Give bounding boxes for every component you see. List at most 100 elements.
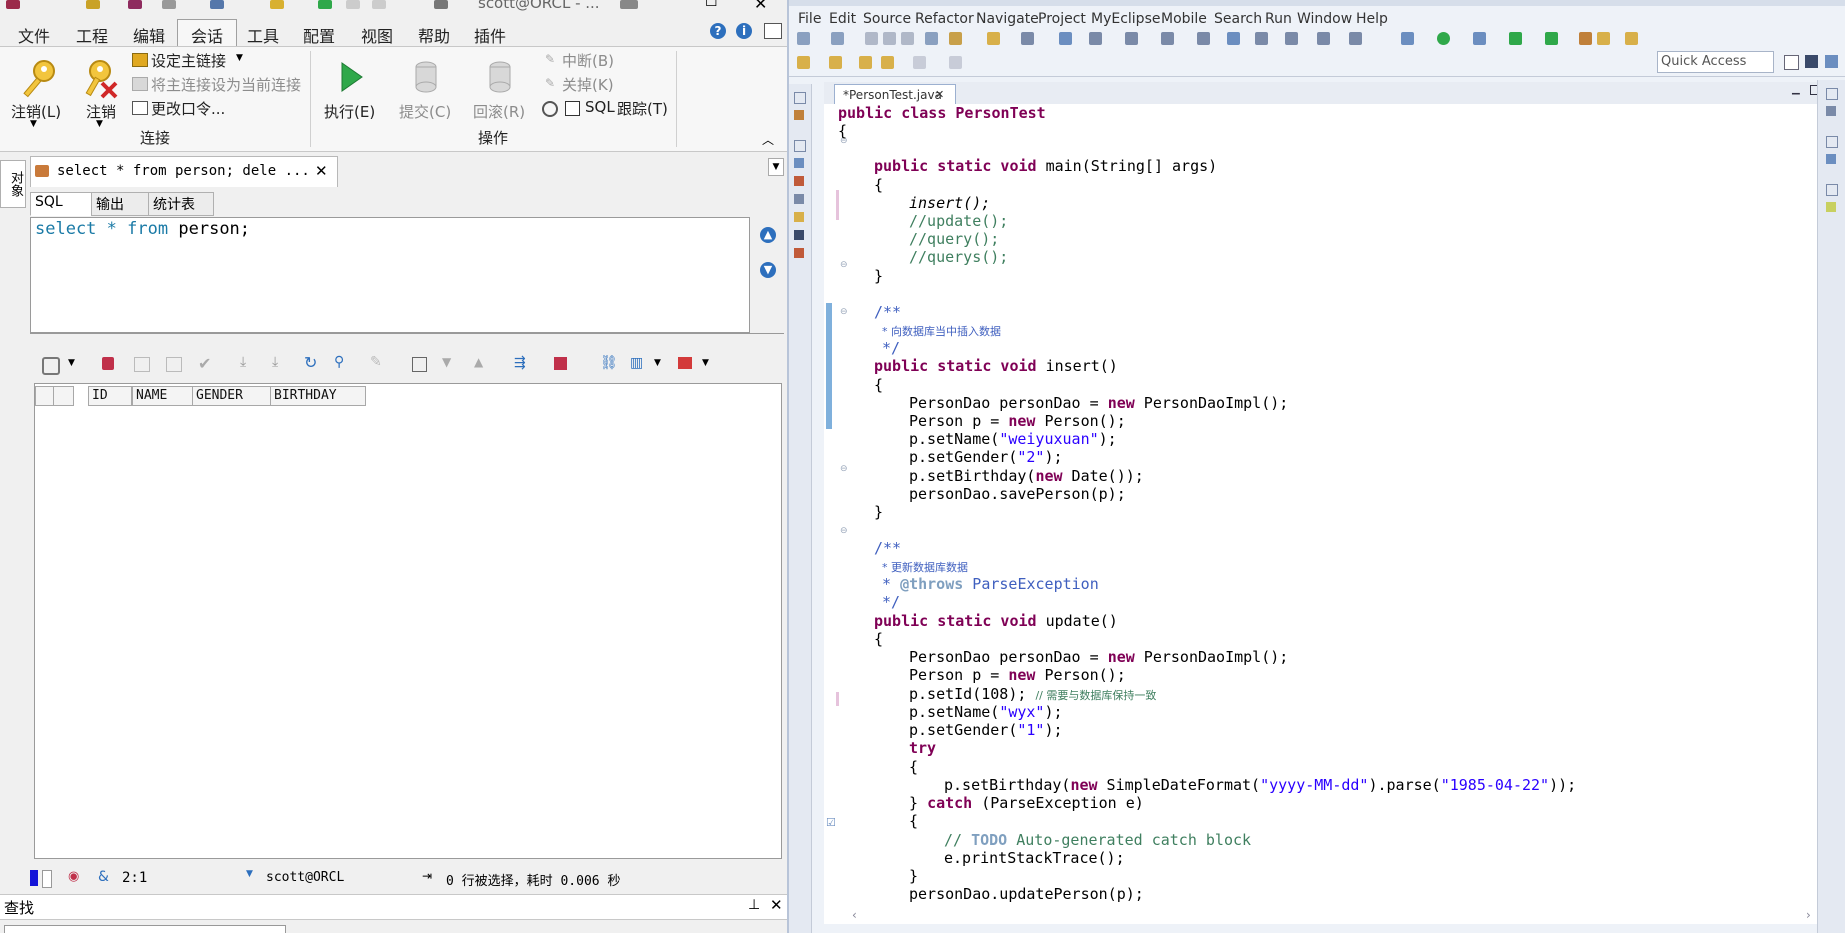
- commit-small-icon[interactable]: [346, 0, 360, 9]
- outline-icon[interactable]: [794, 158, 804, 168]
- quick-access-input[interactable]: Quick Access: [1657, 51, 1774, 73]
- open-perspective-icon[interactable]: [1784, 55, 1799, 70]
- task-icon[interactable]: [1197, 32, 1210, 45]
- save-all-icon[interactable]: [883, 32, 896, 45]
- server-icon[interactable]: [925, 32, 938, 45]
- restore-icon[interactable]: [794, 92, 806, 104]
- mobile-icon[interactable]: [1285, 32, 1298, 45]
- package-explorer-icon[interactable]: [794, 110, 804, 120]
- column-header-id[interactable]: ID: [88, 386, 132, 406]
- close-tab-icon[interactable]: ✕: [315, 162, 328, 180]
- tools-icon[interactable]: [1349, 32, 1362, 45]
- sort-up-icon[interactable]: ▲: [474, 355, 483, 369]
- close-cursor-button[interactable]: 关掉(K): [562, 74, 614, 95]
- eclipse-menu-help[interactable]: Help: [1356, 11, 1388, 27]
- layout-icon[interactable]: [764, 23, 782, 39]
- column-header-name[interactable]: NAME: [132, 386, 193, 406]
- check-icon[interactable]: ✔: [198, 354, 211, 373]
- restore-icon[interactable]: [1826, 184, 1838, 196]
- result-grid[interactable]: ID NAME GENDER BIRTHDAY: [34, 383, 782, 859]
- pen-icon[interactable]: [1625, 32, 1638, 45]
- sql-window-tab[interactable]: select * from person; dele ... ✕: [30, 156, 338, 187]
- print-icon[interactable]: [901, 32, 914, 45]
- tab-statistics[interactable]: 统计表: [148, 192, 214, 216]
- tab-output[interactable]: 输出: [91, 192, 151, 216]
- maximize-button[interactable]: ☐: [705, 0, 718, 10]
- rollback-small-icon[interactable]: [372, 0, 386, 9]
- chevron-down-icon[interactable]: ▼: [236, 53, 243, 63]
- key-small-icon[interactable]: [270, 0, 284, 9]
- new-java-icon[interactable]: [1545, 32, 1558, 45]
- fold-icon[interactable]: ⊖: [840, 307, 848, 317]
- chevron-down-icon[interactable]: ▼: [30, 119, 37, 129]
- arrow-up-icon[interactable]: ▲: [760, 227, 776, 243]
- open-icon[interactable]: [86, 0, 100, 9]
- save-icon[interactable]: [128, 0, 142, 9]
- change-password-button[interactable]: 更改口令...: [151, 98, 225, 119]
- single-record-icon[interactable]: [412, 357, 427, 372]
- rollback-button[interactable]: 回滚(R): [473, 101, 525, 122]
- menu-help[interactable]: 帮助: [418, 23, 450, 47]
- minimize-icon[interactable]: ▁: [1792, 84, 1800, 95]
- outline-view-icon[interactable]: [1826, 154, 1836, 164]
- forward-icon[interactable]: [913, 56, 926, 69]
- task-list-icon[interactable]: [1826, 106, 1836, 116]
- link-icon[interactable]: ⛓: [600, 355, 618, 371]
- servers-icon[interactable]: [794, 248, 804, 258]
- highlight-icon[interactable]: [949, 32, 962, 45]
- console-icon[interactable]: [1317, 32, 1330, 45]
- restore-icon[interactable]: [794, 140, 806, 152]
- execute-button[interactable]: 执行(E): [324, 101, 375, 122]
- menu-tools[interactable]: 工具: [247, 23, 279, 47]
- problems-icon[interactable]: [794, 176, 804, 186]
- refresh-icon[interactable]: ↻: [304, 353, 317, 372]
- eclipse-menu-run[interactable]: Run: [1265, 11, 1292, 27]
- web-icon[interactable]: [1161, 32, 1174, 45]
- fold-icon[interactable]: ⊖: [840, 464, 848, 474]
- save-result-icon[interactable]: [554, 357, 567, 370]
- myeclipse-perspective-icon[interactable]: [1825, 55, 1838, 68]
- menu-edit[interactable]: 编辑: [133, 23, 165, 47]
- chart-icon[interactable]: ▥: [630, 355, 643, 371]
- run-icon[interactable]: [1437, 32, 1450, 45]
- column-header-gender[interactable]: GENDER: [192, 386, 271, 406]
- gear-icon[interactable]: [42, 357, 60, 375]
- eclipse-menu-myeclipse[interactable]: MyEclipse: [1091, 11, 1160, 27]
- history-icon[interactable]: [1255, 32, 1268, 45]
- undo-icon[interactable]: [210, 0, 224, 9]
- set-current-connection-button[interactable]: 将主连接设为当前连接: [151, 74, 301, 95]
- fold-icon[interactable]: ⊖: [840, 260, 848, 270]
- column-header-birthday[interactable]: BIRTHDAY: [270, 386, 366, 406]
- save-icon[interactable]: [865, 32, 878, 45]
- eclipse-menu-navigate[interactable]: Navigate: [976, 11, 1039, 27]
- next-annotation-icon[interactable]: [797, 56, 810, 69]
- editor-tab[interactable]: *PersonTest.java ✕: [834, 84, 956, 105]
- browser-icon[interactable]: [1089, 32, 1102, 45]
- find-icon[interactable]: ⚲: [334, 354, 344, 370]
- chevron-down-icon[interactable]: ▼: [702, 358, 709, 368]
- fold-icon[interactable]: ⊖: [840, 526, 848, 536]
- lock-icon[interactable]: [102, 357, 114, 370]
- sort-down-icon[interactable]: ▼: [442, 355, 451, 369]
- chevron-down-icon[interactable]: ▼: [246, 869, 253, 879]
- clear-icon[interactable]: ✎: [370, 354, 382, 370]
- splitter[interactable]: [30, 333, 784, 334]
- insert-record-icon[interactable]: [134, 357, 150, 372]
- restore-icon[interactable]: [1826, 88, 1838, 100]
- run-small-icon[interactable]: [318, 0, 332, 9]
- arrow-down-icon[interactable]: ▼: [760, 262, 776, 278]
- debug-icon[interactable]: [1401, 32, 1414, 45]
- task-marker-icon[interactable]: ☑: [826, 816, 836, 829]
- eclipse-menu-edit[interactable]: Edit: [829, 11, 856, 27]
- pin-panel-icon[interactable]: ⊥: [748, 897, 760, 913]
- menu-config[interactable]: 配置: [303, 23, 335, 47]
- help-icon[interactable]: ?: [710, 23, 726, 39]
- info-icon[interactable]: i: [736, 23, 752, 39]
- chevron-down-icon[interactable]: ▼: [768, 158, 784, 176]
- menu-plugins[interactable]: 插件: [474, 23, 506, 47]
- eclipse-menu-search[interactable]: Search: [1214, 11, 1262, 27]
- search-tool-icon[interactable]: [1125, 32, 1138, 45]
- new-icon[interactable]: [797, 32, 810, 45]
- break-button[interactable]: 中断(B): [562, 50, 614, 71]
- open-type-icon[interactable]: [1021, 32, 1034, 45]
